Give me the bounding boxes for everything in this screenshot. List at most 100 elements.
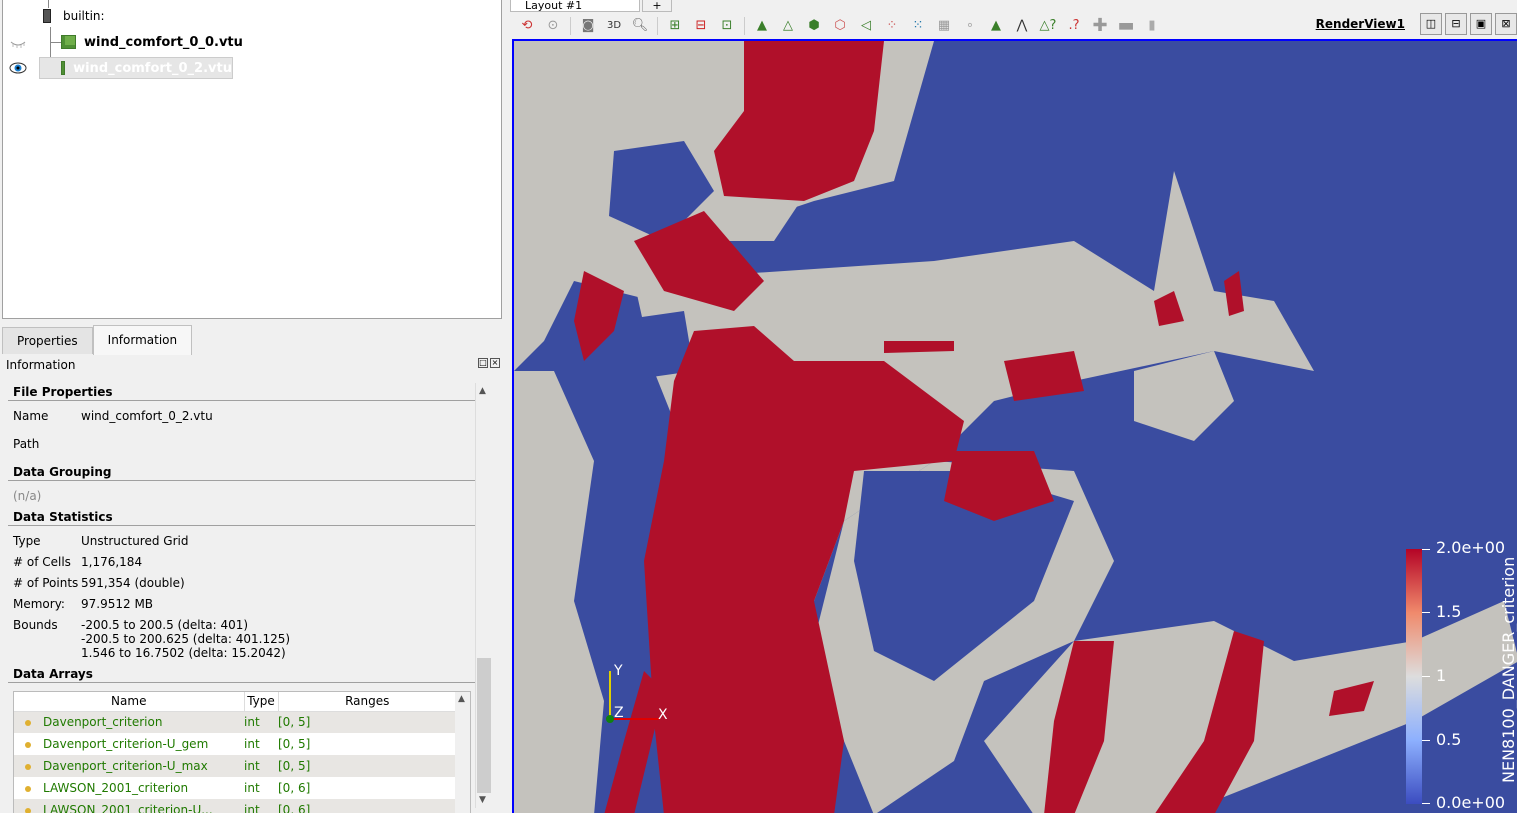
render-view-3d[interactable]: Y X Z 2.0e+00 1.5 1 0.5 0.0e+00 NEN8100_… bbox=[512, 39, 1517, 813]
toggle-3d-button[interactable]: 3D bbox=[603, 15, 625, 37]
point-data-icon bbox=[25, 720, 31, 727]
zoom-closest-icon[interactable]: ⊙ bbox=[542, 15, 564, 37]
scroll-thumb[interactable] bbox=[477, 658, 491, 793]
section-data-statistics: Data Statistics bbox=[8, 510, 475, 526]
tree-item-wind-comfort-0-2[interactable]: wind_comfort_0_2.vtu bbox=[39, 57, 233, 79]
add-icon[interactable]: ✚ bbox=[1089, 15, 1111, 37]
close-view-icon[interactable]: ⊠ bbox=[1495, 13, 1517, 35]
array-range: [0, 5] bbox=[278, 755, 457, 777]
array-type: int bbox=[244, 737, 260, 751]
dataset-cube-icon bbox=[61, 35, 76, 49]
axis-x-label: X bbox=[658, 707, 668, 723]
legend-label: 1.5 bbox=[1436, 602, 1462, 621]
bounds-y: -200.5 to 200.625 (delta: 401.125) bbox=[81, 632, 291, 646]
hover-cells-icon[interactable]: △? bbox=[1037, 15, 1059, 37]
reset-camera-icon[interactable]: ⟲ bbox=[516, 15, 538, 37]
legend-label: 0.5 bbox=[1436, 730, 1462, 749]
point-data-icon bbox=[25, 742, 31, 748]
left-panel: builtin: wind_comfort_0_0.vtu wind_comfo… bbox=[0, 0, 508, 813]
eye-closed-icon[interactable] bbox=[9, 37, 27, 49]
data-arrays-table: Name Type Ranges Davenport_criterion int [0,… bbox=[13, 691, 471, 813]
table-row[interactable]: LAWSON_2001_criterion-U... int [0, 6] bbox=[14, 799, 457, 813]
array-type: int bbox=[244, 799, 278, 813]
float-icon[interactable]: □ bbox=[478, 358, 488, 368]
legend-label: 1 bbox=[1436, 666, 1447, 685]
point-data-icon bbox=[25, 786, 31, 792]
deselect-icon[interactable]: ⊟ bbox=[690, 15, 712, 37]
remove-icon[interactable]: ▬ bbox=[1115, 15, 1137, 37]
hover-points-icon[interactable]: ⁙ bbox=[907, 15, 929, 37]
eye-open-icon[interactable] bbox=[9, 62, 27, 74]
select-frustum-icon[interactable]: ▲ bbox=[751, 15, 773, 37]
plot-selection-icon[interactable]: ⋀ bbox=[1011, 15, 1033, 37]
select-block-icon[interactable]: ⬢ bbox=[803, 15, 825, 37]
tree-item-wind-comfort-0-0[interactable]: wind_comfort_0_0.vtu bbox=[61, 31, 243, 53]
zoom-to-box-icon[interactable]: 🔍︎ bbox=[629, 15, 651, 37]
table-row[interactable]: LAWSON_2001_criterion int [0, 6] bbox=[14, 777, 457, 799]
camera-icon[interactable]: ◙ bbox=[577, 15, 599, 37]
scroll-up-icon[interactable]: ▲ bbox=[479, 386, 486, 396]
clear-selection-icon[interactable]: ▮ bbox=[1141, 15, 1163, 37]
select-points-icon[interactable]: ⊡ bbox=[716, 15, 738, 37]
orientation-axes: Y X Z bbox=[606, 663, 668, 723]
array-name: LAWSON_2001_criterion bbox=[43, 781, 189, 795]
label: Type bbox=[13, 534, 41, 548]
grouping-value: (n/a) bbox=[13, 489, 42, 503]
render-view-label[interactable]: RenderView1 bbox=[1316, 17, 1405, 31]
maximize-icon[interactable]: ▣ bbox=[1470, 13, 1492, 35]
label: Memory: bbox=[13, 597, 65, 611]
dataset-cube-icon bbox=[61, 61, 66, 75]
label: # of Points bbox=[13, 576, 79, 590]
hover-points-query-icon[interactable]: .? bbox=[1063, 15, 1085, 37]
tree-item-builtin[interactable]: builtin: bbox=[43, 5, 105, 27]
array-name: LAWSON_2001_criterion-U... bbox=[43, 803, 213, 813]
array-name: Davenport_criterion-U_gem bbox=[43, 737, 209, 751]
interactive-select-icon[interactable]: ◁ bbox=[855, 15, 877, 37]
scroll-down-icon[interactable]: ▼ bbox=[479, 795, 486, 805]
points-value: 591,354 (double) bbox=[81, 576, 185, 590]
select-points-frustum-icon[interactable]: △ bbox=[777, 15, 799, 37]
bounds-x: -200.5 to 200.5 (delta: 401) bbox=[81, 618, 249, 632]
axis-y-label: Y bbox=[613, 663, 623, 679]
legend-label-max: 2.0e+00 bbox=[1436, 538, 1506, 557]
cells-value: 1,176,184 bbox=[81, 555, 143, 569]
file-name: wind_comfort_0_2.vtu bbox=[81, 409, 213, 423]
extract-selection-icon[interactable]: ▲ bbox=[985, 15, 1007, 37]
tab-properties[interactable]: Properties bbox=[2, 327, 93, 354]
table-row[interactable]: Davenport_criterion-U_max int [0, 5] bbox=[14, 755, 457, 777]
tab-information[interactable]: Information bbox=[92, 325, 193, 355]
interactive-points-icon[interactable]: ⁘ bbox=[881, 15, 903, 37]
render-area: Layout #1 + ⟲ ⊙ ◙ 3D 🔍︎ ⊞ ⊟ ⊡ ▲ △ ⬢ ⬡ ◁ … bbox=[510, 0, 1517, 813]
arrays-scrollbar[interactable]: ▲ bbox=[455, 692, 470, 813]
split-horizontal-icon[interactable]: ◫ bbox=[1420, 13, 1442, 35]
tree-label: wind_comfort_0_0.vtu bbox=[84, 34, 243, 50]
column-name[interactable]: Name bbox=[14, 692, 245, 712]
info-scrollbar[interactable]: ▲ ▼ bbox=[475, 383, 491, 808]
array-range: [0, 6] bbox=[278, 781, 311, 795]
array-type: int bbox=[244, 711, 278, 733]
column-ranges[interactable]: Ranges bbox=[278, 692, 457, 712]
table-row[interactable]: Davenport_criterion int [0, 5] bbox=[14, 711, 457, 733]
array-name: Davenport_criterion-U_max bbox=[43, 759, 208, 773]
server-icon bbox=[43, 9, 51, 23]
color-legend-bar[interactable] bbox=[1406, 549, 1422, 804]
tab-layout-1[interactable]: Layout #1 bbox=[510, 0, 640, 12]
table-row[interactable]: Davenport_criterion-U_gem int [0, 5] bbox=[14, 733, 457, 755]
scroll-up-icon[interactable]: ▲ bbox=[458, 694, 465, 704]
select-cells-icon[interactable]: ⊞ bbox=[664, 15, 686, 37]
legend-label-min: 0.0e+00 bbox=[1436, 793, 1506, 812]
split-vertical-icon[interactable]: ⊟ bbox=[1445, 13, 1467, 35]
grow-selection-icon[interactable]: ▦ bbox=[933, 15, 955, 37]
column-type[interactable]: Type bbox=[244, 692, 279, 712]
tree-label: builtin: bbox=[63, 9, 105, 23]
polygon-select-icon[interactable]: ⬡ bbox=[829, 15, 851, 37]
add-layout-button[interactable]: + bbox=[642, 0, 672, 12]
type-value: Unstructured Grid bbox=[81, 534, 189, 548]
point-data-icon bbox=[25, 808, 31, 813]
close-icon[interactable]: × bbox=[490, 358, 500, 368]
label: Path bbox=[13, 437, 40, 451]
shrink-selection-icon[interactable]: ∘ bbox=[959, 15, 981, 37]
color-legend-title: NEN8100_DANGER_criterion bbox=[1499, 556, 1517, 783]
axis-z-label: Z bbox=[614, 705, 624, 721]
label: Bounds bbox=[13, 618, 58, 632]
